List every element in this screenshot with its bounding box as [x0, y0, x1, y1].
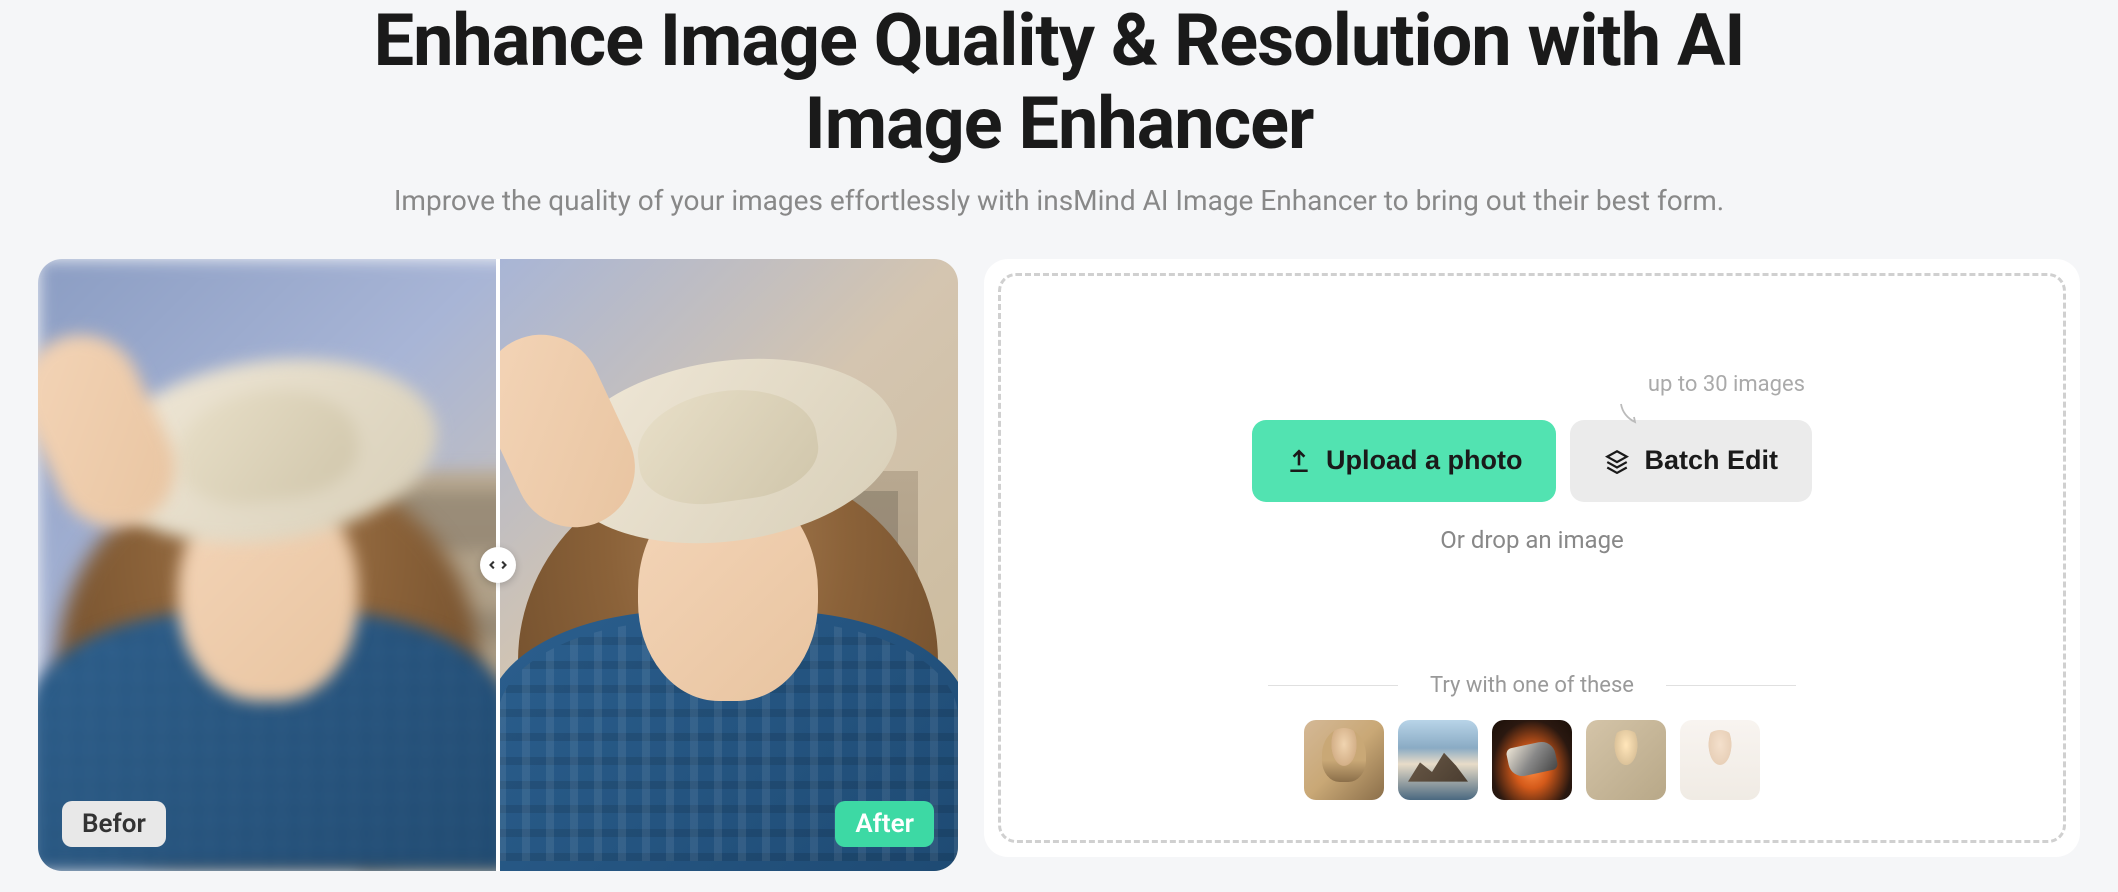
sample-thumbnail-4[interactable]: [1586, 720, 1666, 800]
upload-icon: [1286, 448, 1312, 474]
drag-horizontal-icon: [488, 555, 508, 575]
batch-hint: up to 30 images: [1648, 372, 1805, 397]
title-line-2: Image Enhancer: [805, 81, 1314, 166]
before-after-preview: Befor After: [38, 259, 958, 871]
sample-thumbnail-5[interactable]: [1680, 720, 1760, 800]
before-image: [38, 259, 498, 871]
before-label: Befor: [62, 801, 166, 847]
page-subtitle: Improve the quality of your images effor…: [40, 184, 2078, 217]
upload-panel: up to 30 images Upload a photo Batch Edi…: [984, 259, 2080, 857]
sample-thumbnail-1[interactable]: [1304, 720, 1384, 800]
after-label: After: [835, 801, 934, 847]
samples-label: Try with one of these: [1398, 673, 1666, 698]
upload-button-label: Upload a photo: [1326, 445, 1522, 476]
sample-thumbnail-3[interactable]: [1492, 720, 1572, 800]
title-line-1: Enhance Image Quality & Resolution with …: [374, 0, 1745, 83]
layers-icon: [1604, 448, 1630, 474]
upload-photo-button[interactable]: Upload a photo: [1252, 420, 1556, 502]
after-image: [498, 259, 958, 871]
sample-thumbnails: [1304, 720, 1760, 800]
upload-dropzone[interactable]: up to 30 images Upload a photo Batch Edi…: [998, 273, 2066, 843]
comparison-slider-handle[interactable]: [480, 547, 516, 583]
batch-edit-button[interactable]: Batch Edit: [1570, 420, 1812, 502]
sample-thumbnail-2[interactable]: [1398, 720, 1478, 800]
batch-button-label: Batch Edit: [1644, 445, 1778, 476]
page-header: Enhance Image Quality & Resolution with …: [40, 0, 2078, 217]
hint-arrow-icon: [1615, 400, 1643, 432]
page-title: Enhance Image Quality & Resolution with …: [40, 0, 2078, 166]
drop-instruction: Or drop an image: [1440, 526, 1624, 554]
